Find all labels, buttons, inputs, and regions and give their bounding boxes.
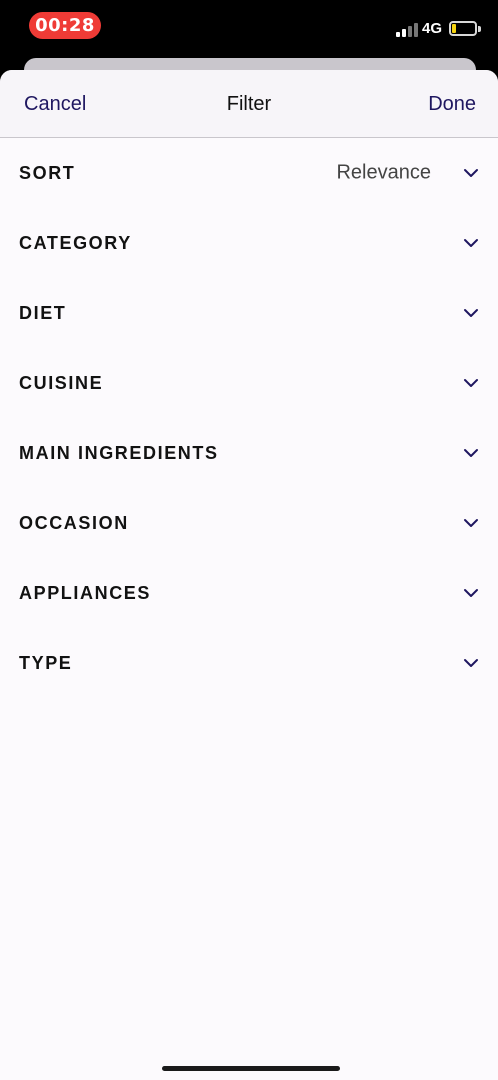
page-title: Filter bbox=[226, 93, 272, 115]
filter-row-diet[interactable]: DIET bbox=[0, 278, 498, 348]
chevron-down-icon[interactable] bbox=[463, 588, 479, 598]
chevron-down-icon[interactable] bbox=[463, 448, 479, 458]
status-bar: 00:28 4G bbox=[0, 0, 498, 56]
filter-sheet: Cancel Filter Done SORT Relevance CATEGO… bbox=[0, 70, 498, 1080]
filter-label: OCCASION bbox=[19, 512, 129, 533]
home-indicator[interactable] bbox=[162, 1066, 340, 1071]
chevron-down-icon[interactable] bbox=[463, 238, 479, 248]
filter-label: APPLIANCES bbox=[19, 582, 152, 603]
filter-label: SORT bbox=[19, 162, 76, 183]
filter-list: SORT Relevance CATEGORY DIET CUISINE MAI… bbox=[0, 138, 498, 698]
filter-label: CUISINE bbox=[19, 372, 104, 393]
chevron-down-icon[interactable] bbox=[463, 658, 479, 668]
chevron-down-icon[interactable] bbox=[463, 168, 479, 178]
filter-row-type[interactable]: TYPE bbox=[0, 628, 498, 698]
filter-label: CATEGORY bbox=[19, 232, 132, 253]
filter-row-category[interactable]: CATEGORY bbox=[0, 208, 498, 278]
filter-label: MAIN INGREDIENTS bbox=[19, 442, 219, 463]
sort-value[interactable]: Relevance bbox=[336, 162, 431, 185]
done-button[interactable]: Done bbox=[428, 93, 476, 116]
cellular-signal-icon bbox=[396, 23, 418, 37]
filter-row-occasion[interactable]: OCCASION bbox=[0, 488, 498, 558]
network-type-label: 4G bbox=[422, 20, 443, 37]
chevron-down-icon[interactable] bbox=[463, 518, 479, 528]
filter-label: DIET bbox=[19, 302, 67, 323]
filter-row-appliances[interactable]: APPLIANCES bbox=[0, 558, 498, 628]
chevron-down-icon[interactable] bbox=[463, 378, 479, 388]
filter-row-cuisine[interactable]: CUISINE bbox=[0, 348, 498, 418]
filter-row-sort[interactable]: SORT Relevance bbox=[0, 138, 498, 208]
sheet-nav-bar: Cancel Filter Done bbox=[0, 70, 498, 138]
battery-nub bbox=[478, 26, 481, 32]
filter-row-main-ingredients[interactable]: MAIN INGREDIENTS bbox=[0, 418, 498, 488]
filter-label: TYPE bbox=[19, 652, 73, 673]
screen: 00:28 4G Cancel Filter Done SORT Relevan… bbox=[0, 0, 498, 1080]
recording-time-pill[interactable]: 00:28 bbox=[29, 12, 101, 39]
chevron-down-icon[interactable] bbox=[463, 308, 479, 318]
battery-icon bbox=[449, 21, 477, 36]
